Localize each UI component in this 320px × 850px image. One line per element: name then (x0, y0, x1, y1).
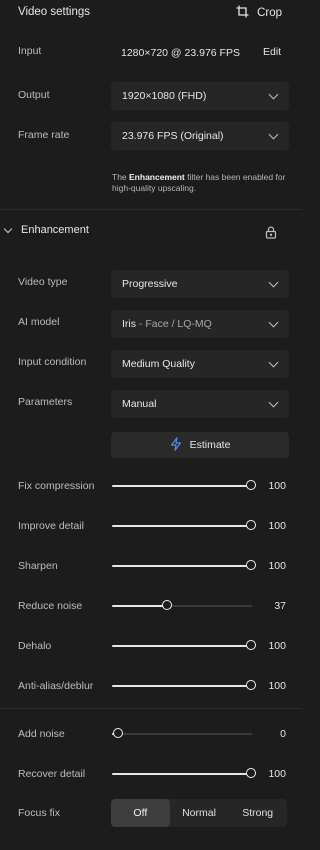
slider-thumb[interactable] (112, 728, 123, 738)
parameters-select-value: Manual (122, 398, 157, 410)
anti-alias-deblur-value[interactable]: 100 (256, 680, 286, 692)
ai-model-select[interactable]: Iris - Face / LQ-MQ (111, 310, 289, 338)
chevron-down-icon (268, 129, 279, 139)
anti-alias-deblur-label: Anti-alias/deblur (18, 680, 94, 692)
parameters-label: Parameters (18, 396, 73, 408)
chevron-down-icon (268, 89, 279, 99)
input-value: 1280×720 @ 23.976 FPS (121, 47, 240, 59)
estimate-label: Estimate (189, 439, 231, 451)
slider-thumb[interactable] (245, 560, 256, 570)
sharpen-label: Sharpen (18, 560, 58, 572)
ai-model-select-value: Iris - Face / LQ-MQ (122, 318, 212, 330)
estimate-button[interactable]: Estimate (111, 432, 289, 458)
slider-fill (112, 485, 251, 487)
crop-icon (236, 5, 249, 21)
frame-rate-select-value: 23.976 FPS (Original) (122, 130, 224, 142)
dehalo-value[interactable]: 100 (256, 640, 286, 652)
slider-thumb[interactable] (245, 520, 256, 530)
recover-detail-label: Recover detail (18, 768, 86, 780)
improve-detail-slider[interactable] (112, 519, 256, 533)
slider-fill (112, 565, 251, 567)
reduce-noise-value[interactable]: 37 (256, 600, 286, 612)
dehalo-slider[interactable] (112, 639, 256, 653)
chevron-down-icon (268, 397, 279, 407)
enhancement-title: Enhancement (21, 224, 89, 236)
chevron-down-icon (3, 224, 13, 233)
improve-detail-label: Improve detail (18, 520, 84, 532)
slider-thumb[interactable] (245, 480, 256, 490)
chevron-down-icon (268, 357, 279, 367)
divider (0, 708, 302, 709)
focus-fix-label: Focus fix (18, 807, 61, 819)
video-type-select-value: Progressive (122, 278, 178, 290)
focus-fix-option-normal[interactable]: Normal (170, 799, 229, 827)
slider-thumb[interactable] (245, 768, 256, 778)
note-bold: Enhancement (129, 172, 185, 182)
sharpen-slider[interactable] (112, 559, 256, 573)
output-select[interactable]: 1920×1080 (FHD) (111, 82, 289, 110)
slider-track (112, 733, 252, 735)
enhancement-note: The Enhancement filter has been enabled … (112, 172, 286, 193)
frame-rate-label: Frame rate (18, 129, 70, 141)
add-noise-slider[interactable] (112, 727, 252, 741)
slider-thumb[interactable] (161, 600, 172, 610)
input-condition-select[interactable]: Medium Quality (111, 350, 289, 378)
video-type-select[interactable]: Progressive (111, 270, 289, 298)
chevron-down-icon (268, 277, 279, 287)
reduce-noise-label: Reduce noise (18, 600, 83, 612)
chevron-down-icon (268, 317, 279, 327)
input-condition-label: Input condition (18, 356, 87, 368)
fix-compression-label: Fix compression (18, 480, 95, 492)
input-condition-select-value: Medium Quality (122, 358, 195, 370)
lightning-icon (170, 436, 182, 454)
sharpen-value[interactable]: 100 (256, 560, 286, 572)
focus-fix-segmented-control: Off Normal Strong (111, 799, 287, 827)
focus-fix-option-strong[interactable]: Strong (228, 799, 287, 827)
improve-detail-value[interactable]: 100 (256, 520, 286, 532)
slider-thumb[interactable] (245, 640, 256, 650)
slider-fill (112, 525, 251, 527)
slider-fill (112, 645, 251, 647)
parameters-select[interactable]: Manual (111, 390, 289, 418)
slider-fill (112, 605, 167, 607)
input-label: Input (18, 45, 42, 57)
fix-compression-value[interactable]: 100 (256, 480, 286, 492)
fix-compression-slider[interactable] (112, 479, 256, 493)
focus-fix-option-off[interactable]: Off (111, 799, 170, 827)
crop-label: Crop (257, 7, 282, 19)
add-noise-label: Add noise (18, 728, 65, 740)
video-type-label: Video type (18, 276, 68, 288)
crop-button[interactable]: Crop (236, 5, 282, 21)
divider (0, 209, 302, 210)
recover-detail-value[interactable]: 100 (256, 768, 286, 780)
edit-input-button[interactable]: Edit (263, 46, 281, 58)
frame-rate-select[interactable]: 23.976 FPS (Original) (111, 122, 289, 150)
lock-icon[interactable] (265, 226, 277, 242)
reduce-noise-slider[interactable] (112, 599, 252, 613)
slider-thumb[interactable] (245, 680, 256, 690)
slider-fill (112, 685, 251, 687)
panel-title: Video settings (18, 6, 91, 18)
ai-model-label: AI model (18, 316, 60, 328)
dehalo-label: Dehalo (18, 640, 52, 652)
output-label: Output (18, 89, 50, 101)
add-noise-value[interactable]: 0 (256, 728, 286, 740)
slider-fill (112, 773, 251, 775)
enhancement-section-toggle[interactable]: Enhancement (0, 224, 89, 236)
anti-alias-deblur-slider[interactable] (112, 679, 256, 693)
recover-detail-slider[interactable] (112, 767, 256, 781)
output-select-value: 1920×1080 (FHD) (122, 90, 207, 102)
